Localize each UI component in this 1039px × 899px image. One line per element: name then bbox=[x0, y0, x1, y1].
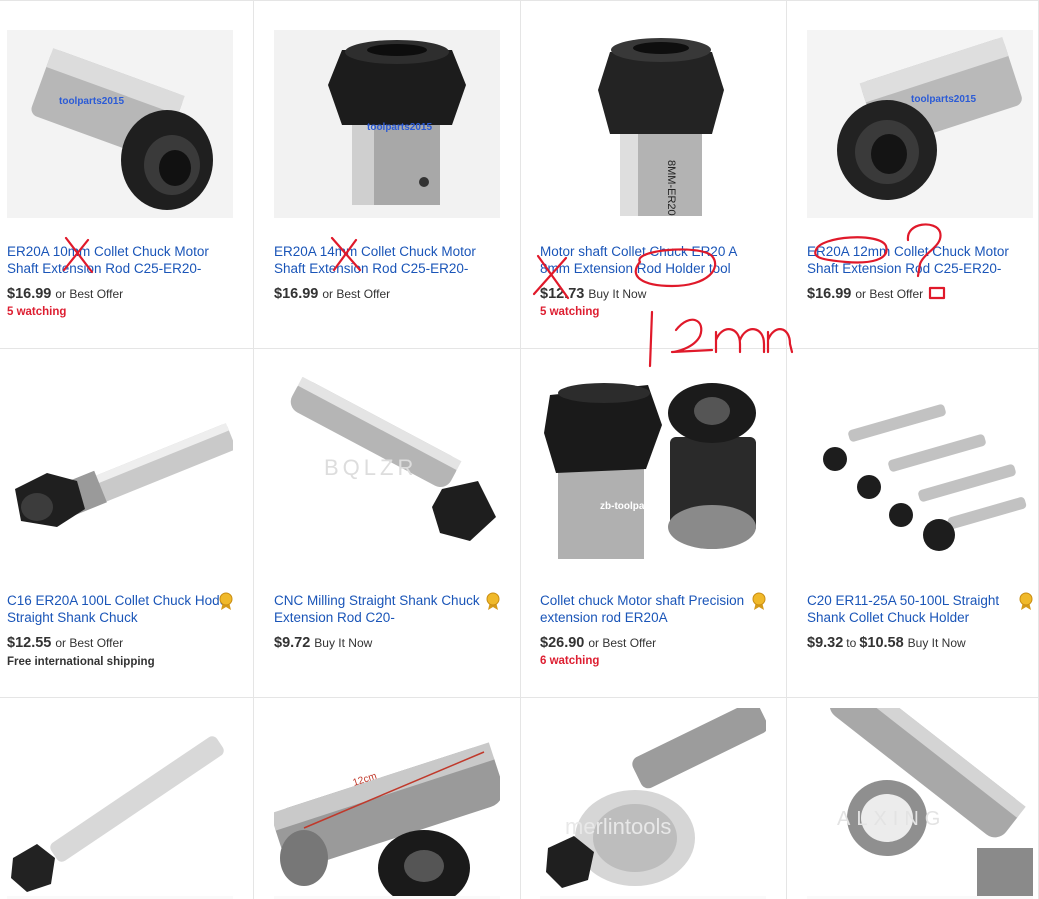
listing-price: $16.99 bbox=[274, 286, 319, 302]
listing-title[interactable]: CNC Milling Straight Shank Chuck Extensi… bbox=[274, 592, 504, 626]
listing-price: $12.73 bbox=[540, 286, 585, 302]
image-watermark: BQLZR bbox=[324, 455, 418, 480]
price-line: $9.72 Buy It Now bbox=[274, 635, 372, 651]
product-image[interactable] bbox=[7, 377, 233, 565]
listing-card[interactable]: 12cm bbox=[267, 698, 533, 899]
watch-count: 6 watching bbox=[540, 655, 600, 667]
product-image[interactable]: merlintools bbox=[540, 708, 766, 899]
shipping-info: Free international shipping bbox=[7, 656, 155, 668]
award-icon bbox=[486, 592, 500, 610]
watch-count: 5 watching bbox=[540, 306, 600, 318]
search-results-grid: toolparts2015 ER20A 10mm Collet Chuck Mo… bbox=[0, 0, 1039, 899]
buying-format: Buy It Now bbox=[588, 287, 647, 301]
listing-card[interactable]: toolparts2015 ER20A 14mm Collet Chuck Mo… bbox=[267, 0, 533, 348]
price-line: $16.99 or Best Offer bbox=[274, 286, 390, 302]
listing-title[interactable]: ER20A 10mm Collet Chuck Motor Shaft Exte… bbox=[7, 243, 237, 277]
buying-format: Buy It Now bbox=[314, 636, 373, 650]
buying-format: or Best Offer bbox=[55, 287, 124, 301]
award-icon bbox=[219, 592, 233, 610]
listing-card[interactable]: C20 ER11-25A 50-100L Straight Shank Coll… bbox=[800, 349, 1039, 697]
product-image[interactable]: ALXING bbox=[807, 708, 1033, 899]
image-watermark: toolparts2015 bbox=[59, 96, 125, 107]
listing-card[interactable]: merlintools bbox=[533, 698, 799, 899]
listing-price: $26.90 bbox=[540, 635, 585, 651]
product-image[interactable]: 8MM-ER20 bbox=[540, 30, 766, 218]
listing-card[interactable]: ALXING bbox=[800, 698, 1039, 899]
product-image[interactable]: 12cm bbox=[274, 708, 500, 899]
award-icon bbox=[752, 592, 766, 610]
product-image[interactable] bbox=[7, 708, 233, 899]
listing-card[interactable] bbox=[0, 698, 266, 899]
listing-price: $9.72 bbox=[274, 635, 311, 651]
product-image[interactable] bbox=[807, 377, 1033, 565]
price-line: $12.73 Buy It Now bbox=[540, 286, 646, 302]
award-icon bbox=[1019, 592, 1033, 610]
listing-title[interactable]: C16 ER20A 100L Collet Chuck Hoder Straig… bbox=[7, 592, 237, 626]
price-line: $9.32 to $10.58 Buy It Now bbox=[807, 635, 966, 651]
watch-count: 5 watching bbox=[7, 306, 67, 318]
image-watermark: zb-toolparts bbox=[600, 501, 658, 512]
listing-card[interactable]: zb-toolparts Collet chuck Motor shaft Pr… bbox=[533, 349, 799, 697]
buying-format: or Best Offer bbox=[322, 287, 391, 301]
listing-price: $12.55 bbox=[7, 635, 52, 651]
listing-card[interactable]: toolparts2015 ER20A 12mm Collet Chuck Mo… bbox=[800, 0, 1039, 348]
image-watermark: ALXING bbox=[837, 808, 947, 830]
buying-format: Buy It Now bbox=[907, 636, 966, 650]
listing-card[interactable]: C16 ER20A 100L Collet Chuck Hoder Straig… bbox=[0, 349, 266, 697]
image-watermark: merlintools bbox=[565, 814, 672, 839]
listing-title[interactable]: Collet chuck Motor shaft Precision exten… bbox=[540, 592, 770, 626]
price-line: $16.99 or Best Offer bbox=[807, 286, 923, 302]
buying-format: or Best Offer bbox=[55, 636, 124, 650]
product-image[interactable]: zb-toolparts bbox=[540, 377, 766, 565]
listing-price: $16.99 bbox=[7, 286, 52, 302]
price-line: $26.90 or Best Offer bbox=[540, 635, 656, 651]
price-line: $16.99 or Best Offer bbox=[7, 286, 123, 302]
price-line: $12.55 or Best Offer bbox=[7, 635, 123, 651]
listing-title[interactable]: C20 ER11-25A 50-100L Straight Shank Coll… bbox=[807, 592, 1037, 626]
image-watermark: toolparts2015 bbox=[911, 94, 977, 105]
listing-card[interactable]: 8MM-ER20 Motor shaft Collet Chuck ER20 A… bbox=[533, 0, 799, 348]
listing-title[interactable]: ER20A 14mm Collet Chuck Motor Shaft Exte… bbox=[274, 243, 504, 277]
price-range-separator: to bbox=[846, 636, 857, 650]
buying-format: or Best Offer bbox=[855, 287, 924, 301]
listing-card[interactable]: BQLZR CNC Milling Straight Shank Chuck E… bbox=[267, 349, 533, 697]
listing-title[interactable]: Motor shaft Collet Chuck ER20 A 8mm Exte… bbox=[540, 243, 770, 277]
buying-format: or Best Offer bbox=[588, 636, 657, 650]
image-watermark: toolparts2015 bbox=[367, 122, 433, 133]
listing-price: $16.99 bbox=[807, 286, 852, 302]
listing-price-max: $10.58 bbox=[859, 635, 904, 651]
listing-card[interactable]: toolparts2015 ER20A 10mm Collet Chuck Mo… bbox=[0, 0, 266, 348]
product-image[interactable]: BQLZR bbox=[274, 377, 500, 565]
engraving-text: 8MM-ER20 bbox=[665, 160, 677, 216]
product-image[interactable]: toolparts2015 bbox=[274, 30, 500, 218]
listing-title[interactable]: ER20A 12mm Collet Chuck Motor Shaft Exte… bbox=[807, 243, 1037, 277]
product-image[interactable]: toolparts2015 bbox=[807, 30, 1033, 218]
listing-price: $9.32 bbox=[807, 635, 844, 651]
product-image[interactable]: toolparts2015 bbox=[7, 30, 233, 218]
